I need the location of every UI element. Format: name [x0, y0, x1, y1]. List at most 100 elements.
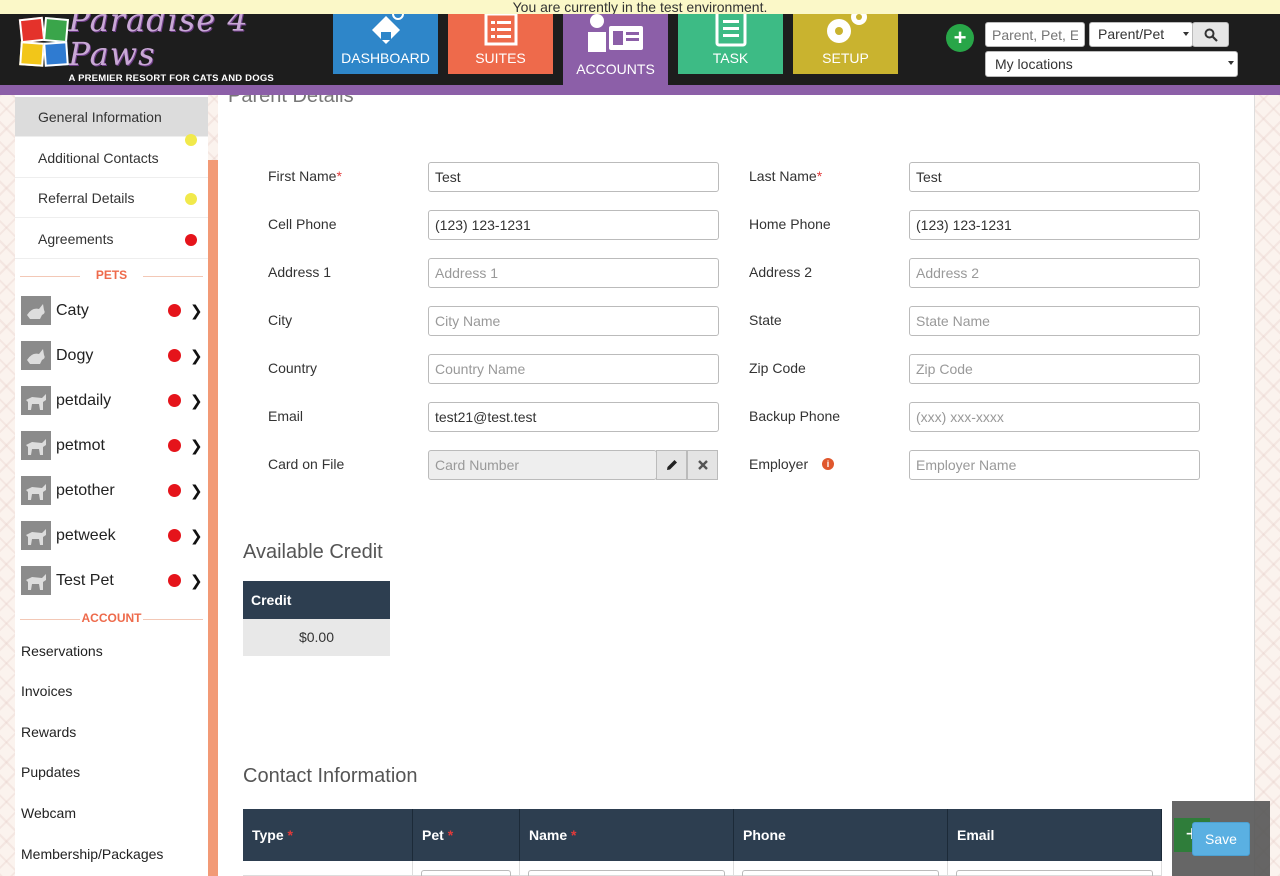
pencil-icon [666, 460, 677, 470]
chevron-right-icon: ❯ [190, 348, 203, 365]
pet-item-petother[interactable]: petother ❯ [15, 468, 208, 513]
address1-label: Address 1 [268, 264, 332, 280]
cell-phone-field[interactable] [428, 210, 719, 240]
state-field[interactable] [909, 306, 1200, 336]
backup-phone-field[interactable] [909, 402, 1200, 432]
address1-field[interactable] [428, 258, 719, 288]
name-input-cell[interactable] [520, 861, 734, 876]
country-label: Country [268, 360, 318, 376]
nav-suites-label: SUITES [475, 50, 526, 66]
card-number-field[interactable] [428, 450, 657, 480]
state-label: State [749, 312, 782, 328]
account-sidebar: General Information Additional Contacts … [15, 95, 208, 876]
nav-accounts-label: ACCOUNTS [576, 61, 655, 77]
country-field[interactable] [428, 354, 719, 384]
credit-table: Credit $0.00 [243, 581, 390, 656]
account-link-membership-packages[interactable]: Membership/Packages [21, 844, 163, 864]
status-dot [168, 484, 181, 497]
first-name-label: First Name* [268, 168, 342, 184]
chevron-right-icon: ❯ [190, 573, 203, 590]
credit-value: $0.00 [243, 619, 390, 656]
chevron-right-icon: ❯ [190, 393, 203, 410]
column-header-type: Type * [243, 809, 413, 861]
phone-input-cell[interactable] [734, 861, 948, 876]
pet-name: Dogy [56, 347, 94, 364]
search-button[interactable] [1192, 22, 1229, 47]
parent-details-panel: Parent Details First Name* Last Name* Ce… [218, 85, 1255, 876]
location-select[interactable]: My locations [985, 51, 1238, 77]
nav-task-label: TASK [712, 50, 749, 66]
address2-field[interactable] [909, 258, 1200, 288]
status-dot [168, 304, 181, 317]
chevron-right-icon: ❯ [190, 528, 203, 545]
sidebar-item-general-information[interactable]: General Information [15, 97, 208, 146]
add-new-button[interactable]: + [946, 24, 974, 52]
first-name-field[interactable] [428, 162, 719, 192]
pets-section-title: PETS [15, 268, 208, 286]
last-name-field[interactable] [909, 162, 1200, 192]
global-search-input[interactable] [985, 22, 1085, 47]
sidebar-item-label: General Information [38, 109, 162, 125]
sidebar-item-agreements[interactable]: Agreements [15, 219, 208, 259]
zip-code-field[interactable] [909, 354, 1200, 384]
chevron-right-icon: ❯ [190, 303, 203, 320]
pet-name: Caty [56, 302, 89, 319]
status-dot [185, 193, 197, 205]
pet-item-petdaily[interactable]: petdaily ❯ [15, 378, 208, 423]
chevron-right-icon: ❯ [190, 483, 203, 500]
home-phone-field[interactable] [909, 210, 1200, 240]
status-dot [168, 574, 181, 587]
pet-item-dogy[interactable]: Dogy ❯ [15, 333, 208, 378]
save-button[interactable]: Save [1192, 822, 1250, 856]
cell-phone-label: Cell Phone [268, 216, 337, 232]
city-field[interactable] [428, 306, 719, 336]
sidebar-item-referral-details[interactable]: Referral Details [15, 178, 208, 218]
pet-item-petmot[interactable]: petmot ❯ [15, 423, 208, 468]
status-dot [185, 234, 197, 246]
pet-select-cell[interactable] [413, 861, 520, 876]
contact-information-title: Contact Information [243, 765, 418, 787]
available-credit-title: Available Credit [243, 541, 383, 563]
remove-card-button[interactable] [687, 450, 718, 480]
edit-card-button[interactable] [656, 450, 687, 480]
status-dot [168, 394, 181, 407]
brand-logo[interactable]: Paradise 4 Paws A PREMIER RESORT FOR CAT… [18, 3, 298, 84]
nav-accounts[interactable]: ACCOUNTS [563, 0, 668, 95]
pet-name: petweek [56, 527, 116, 544]
pet-item-test-pet[interactable]: Test Pet ❯ [15, 558, 208, 603]
account-link-rewards[interactable]: Rewards [21, 722, 76, 742]
dog-avatar-icon [21, 476, 51, 505]
search-icon [1204, 28, 1218, 42]
employer-label: Employer [749, 456, 809, 472]
account-link-reservations[interactable]: Reservations [21, 641, 103, 661]
chevron-right-icon: ❯ [190, 438, 203, 455]
table-cell [243, 861, 413, 876]
header-accent-strip [0, 85, 1280, 95]
info-icon[interactable]: i [822, 458, 834, 470]
cat-avatar-icon [21, 341, 51, 370]
sidebar-item-additional-contacts[interactable]: Additional Contacts [15, 138, 208, 178]
backup-phone-label: Backup Phone [749, 408, 841, 424]
email-label: Email [268, 408, 304, 424]
sidebar-item-label: Agreements [38, 231, 114, 247]
employer-field[interactable] [909, 450, 1200, 480]
pet-item-caty[interactable]: Caty ❯ [15, 288, 208, 333]
card-on-file-label: Card on File [268, 456, 345, 472]
account-link-pupdates[interactable]: Pupdates [21, 762, 80, 782]
status-dot [168, 439, 181, 452]
email-input-cell[interactable] [948, 861, 1162, 876]
dog-avatar-icon [21, 386, 51, 415]
sidebar-item-label: Additional Contacts [38, 150, 159, 166]
cat-avatar-icon [21, 296, 51, 325]
chevron-down-icon [1183, 32, 1189, 36]
pet-item-petweek[interactable]: petweek ❯ [15, 513, 208, 558]
credit-column-header: Credit [243, 581, 390, 619]
account-link-webcam[interactable]: Webcam [21, 803, 76, 823]
location-select-value: My locations [995, 56, 1073, 72]
search-type-select[interactable]: Parent/Pet [1089, 22, 1193, 47]
sidebar-accent-bar [208, 160, 218, 876]
email-field[interactable] [428, 402, 719, 432]
chevron-down-icon [1228, 61, 1234, 65]
account-link-invoices[interactable]: Invoices [21, 681, 72, 701]
column-header-name: Name * [520, 809, 734, 861]
